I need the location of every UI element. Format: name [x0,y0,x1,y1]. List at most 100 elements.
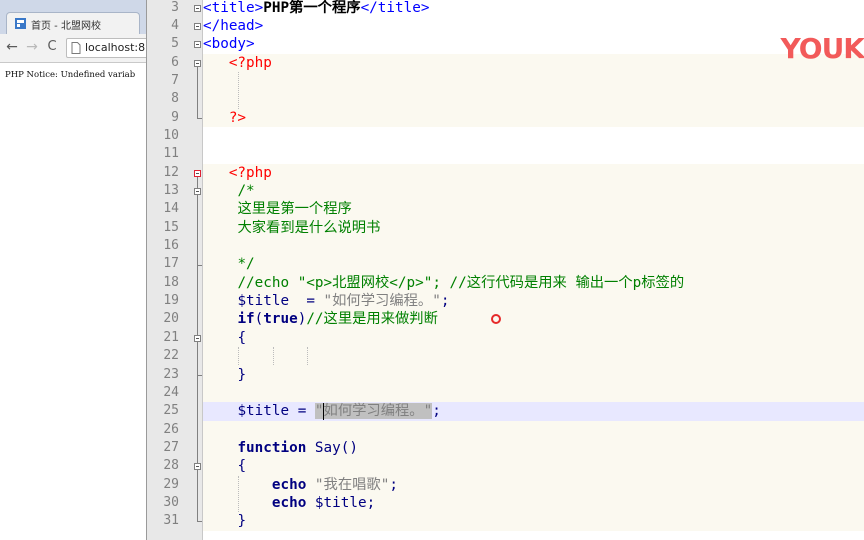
code-line[interactable]: $title = "如何学习编程。"; [203,292,449,310]
fold-toggle-icon[interactable] [194,169,201,177]
fold-toggle-icon[interactable] [194,59,201,67]
code-token: $title [237,293,290,310]
fold-toggle-icon[interactable] [194,334,201,342]
code-line[interactable]: </head> [203,17,263,35]
line-number: 15 [163,219,179,235]
code-token: <body> [203,36,255,53]
fold-toggle-icon[interactable] [194,463,201,471]
line-number: 24 [163,384,179,400]
code-token: "如何学习编程。" [323,293,441,310]
code-line[interactable]: <body> [203,35,255,53]
line-number: 5 [171,36,179,52]
code-token: function [237,439,307,456]
code-line[interactable]: <title>PHP第一个程序</title> [203,0,429,17]
code-line[interactable]: 这里是第一个程序 [203,200,351,218]
fold-toggle-icon[interactable] [194,22,201,30]
code-line[interactable]: } [203,366,246,384]
code-token: </title> [360,0,430,16]
code-token: $title [314,494,367,511]
code-line[interactable]: //echo "<p>北盟网校</p>"; //这行代码是用来 输出一个p标签的 [203,274,684,292]
code-line[interactable]: { [203,457,246,475]
fold-end-marker [197,117,202,119]
code-line[interactable]: ?> [203,109,246,127]
code-line[interactable]: /* [203,182,255,200]
code-token: ( [254,311,264,328]
code-line[interactable]: */ [203,255,254,273]
code-token: <?php [228,164,272,181]
code-token: echo [271,476,307,493]
line-number: 16 [163,238,179,254]
php-notice-text: PHP Notice: Undefined variab [5,70,136,80]
reload-icon[interactable]: C [43,38,61,56]
indent-guide [307,347,309,366]
code-token: /* [237,183,255,199]
code-token: = [306,293,315,310]
line-number: 18 [163,274,179,290]
line-number: 9 [171,109,179,125]
code-line[interactable]: 大家看到是什么说明书 [203,219,380,237]
code-line[interactable]: } [203,512,246,530]
code-line[interactable]: { [203,329,246,347]
line-number: 4 [171,17,179,33]
code-area[interactable]: <title>PHP第一个程序</title> </head> <body> <?p… [203,0,864,540]
line-number-gutter: 3 4 5 6 7 8 9 10 11 12 13 14 15 16 17 18 19 20 21 22 23 24 25 2… [147,0,203,540]
fold-toggle-icon[interactable] [194,4,201,12]
line-number: 11 [163,146,179,162]
fold-toggle-icon[interactable] [194,188,201,195]
code-token: echo [271,494,307,511]
code-line[interactable]: <?php [203,164,272,182]
code-token: Say [314,439,341,456]
code-token: <?php [228,54,272,71]
line-number: 29 [163,476,179,492]
text-caret [323,403,325,420]
back-arrow-icon[interactable]: ← [3,38,21,56]
line-number: 17 [163,256,179,272]
line-number: 28 [163,458,179,474]
code-line[interactable]: echo "我在唱歌"; [203,476,398,494]
code-token: ; [389,476,398,493]
code-line[interactable]: function Say() [203,439,358,457]
line-number: 23 [163,366,179,382]
fold-toggle-icon[interactable] [194,41,201,49]
code-token: () [340,439,358,456]
fold-end-marker [197,521,202,523]
code-line[interactable]: <?php [203,54,272,72]
favicon-icon [15,18,26,29]
line-number: 21 [163,329,179,345]
line-number: 26 [163,421,179,437]
browser-tab[interactable]: 首页 - 北盟网校 [6,12,140,34]
code-token: $title [237,403,290,420]
code-line[interactable]: $title = "如何学习编程。"; [203,402,441,420]
code-token: //echo "<p>北盟网校</p>"; //这行代码是用来 输出一个p标签的 [237,274,685,291]
line-number: 27 [163,439,179,455]
line-number: 31 [163,513,179,529]
code-editor[interactable]: 3 4 5 6 7 8 9 10 11 12 13 14 15 16 17 18 19 20 21 22 23 24 25 2… [146,0,864,540]
code-token: true [263,311,298,328]
indent-guide [238,71,240,109]
code-line[interactable]: if(true)//这里是用来做判断 [203,310,437,328]
code-line[interactable]: echo $title; [203,494,375,512]
indent-guide [238,347,240,366]
line-number: 19 [163,293,179,309]
watermark-logo: YOUK [780,32,864,65]
address-bar[interactable]: localhost:81 [66,38,146,58]
forward-arrow-icon[interactable]: → [23,38,41,56]
fold-range-line [197,341,198,375]
fold-end-marker [197,264,202,266]
line-number: 22 [163,348,179,364]
code-token: if [237,311,255,328]
line-number: 8 [171,91,179,107]
tab-strip: 首页 - 北盟网校 [0,0,146,34]
